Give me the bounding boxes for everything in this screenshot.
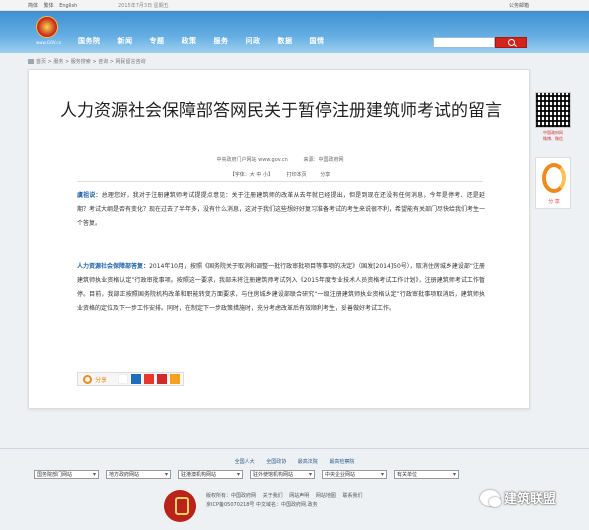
footer-divider (0, 448, 589, 449)
nav-item-topics[interactable]: 专题 (150, 36, 165, 46)
side-share-widget[interactable]: 分 享 (535, 157, 571, 209)
party-gov-logo[interactable] (164, 490, 196, 522)
wechat-watermark: 建筑联盟 (480, 488, 556, 507)
search-button[interactable] (495, 37, 527, 48)
more-share-icon[interactable] (170, 374, 181, 384)
footer-copyright: 版权所有：中国政府网 (206, 493, 257, 499)
share-button[interactable]: 分享 (78, 373, 118, 385)
footer-link-npc[interactable]: 全国人大 (235, 459, 255, 465)
official-mail-link[interactable]: 公务邮箱 (509, 2, 529, 9)
breadcrumb-text[interactable]: 首页 > 服务 > 服务搜索 > 咨询 > 网民留言咨询 (36, 59, 145, 65)
national-emblem-logo[interactable] (36, 16, 58, 38)
footer-selects: 国务院部门网站 地方政府网站 驻港澳机构网站 驻外使馆机构网站 中央企业网站 有… (34, 470, 466, 479)
footer-links: 全国人大 全国政协 最高法院 最高检察院 (0, 458, 589, 465)
side-share-label: 分 享 (548, 199, 560, 205)
share-swirl-icon (542, 163, 566, 193)
site-header: www.GOV.cn 国务院 新闻 专题 政策 服务 问政 数据 国情 (0, 11, 589, 53)
nav-item-news[interactable]: 新闻 (118, 36, 133, 46)
question-body: 总理您好，我对于注册建筑师考试提提点意见：关于注册建筑师的改革从去年就已经提出，… (77, 192, 486, 227)
question-author: 虞祖说： (77, 192, 102, 199)
footer-link-court[interactable]: 最高法院 (298, 459, 318, 465)
lang-traditional-link[interactable]: 繁体 (44, 3, 54, 9)
question-paragraph: 虞祖说：总理您好，我对于注册建筑师考试提提点意见：关于注册建筑师的改革从去年就已… (77, 189, 485, 231)
nav-item-policy[interactable]: 政策 (182, 36, 197, 46)
select-embassy-sites[interactable]: 驻外使馆机构网站 (250, 470, 315, 479)
footer-link-cppcc[interactable]: 全国政协 (266, 459, 286, 465)
current-date: 2015年7月3日 星期五 (118, 3, 169, 9)
select-ministry-sites[interactable]: 国务院部门网站 (34, 470, 99, 479)
share-link[interactable]: 分享 (320, 172, 330, 178)
answer-paragraph: 人力资源社会保障部答复：2014年10月，按照《国务院关于取消和调整一批行政审批… (77, 260, 485, 316)
footer-about-link[interactable]: 关于我们 (263, 493, 283, 499)
footer-contact-link[interactable]: 联系我们 (342, 493, 362, 499)
print-link[interactable]: 打印本页 (287, 172, 307, 178)
footer-text: 版权所有：中国政府网 关于我们 网站声明 网站地图 联系我们 京ICP备0507… (206, 492, 367, 510)
breadcrumb: 首页 > 服务 > 服务搜索 > 咨询 > 网民留言咨询 (28, 58, 145, 65)
footer-line-2: 京ICP备05070218号 中文域名：中国政府网.政务 (206, 502, 318, 508)
select-hk-macau-sites[interactable]: 驻港澳机构网站 (178, 470, 243, 479)
wechat-icon (480, 489, 501, 507)
watermark-text: 建筑联盟 (504, 492, 557, 507)
share-label: 分享 (95, 376, 108, 384)
font-size-switcher[interactable]: 【字体：大 中 小】 (230, 172, 273, 178)
nav-item-state-council[interactable]: 国务院 (78, 36, 101, 46)
answer-body: 2014年10月，按照《国务院关于取消和调整一批行政审批项目等事项的决定》（国发… (77, 263, 485, 312)
main-nav: 国务院 新闻 专题 政策 服务 问政 数据 国情 (78, 36, 342, 46)
footer-line-1: 版权所有：中国政府网 关于我们 网站声明 网站地图 联系我们 (206, 492, 367, 501)
nav-item-national-info[interactable]: 国情 (310, 36, 325, 46)
article-source-site: 中央政府门户网站 www.gov.cn (216, 157, 288, 163)
select-related-units[interactable]: 有关单位 (394, 470, 459, 479)
divider (77, 181, 483, 182)
nav-item-services[interactable]: 服务 (214, 36, 229, 46)
article-meta: 中央政府门户网站 www.gov.cn 来源：中国政府网 (29, 156, 531, 163)
qr-caption: 中国政府网 微博、微信 (543, 130, 563, 141)
article-source: 来源：中国政府网 (303, 157, 344, 163)
qr-code (535, 92, 571, 128)
article-tools: 【字体：大 中 小】 打印本页 分享 (29, 171, 531, 178)
answer-author: 人力资源社会保障部答复： (77, 263, 150, 270)
home-icon (28, 59, 34, 64)
blank-share-icon[interactable] (118, 374, 129, 384)
footer-link-procuratorate[interactable]: 最高检察院 (329, 459, 354, 465)
search-input[interactable] (433, 37, 495, 48)
renren-share-icon[interactable] (144, 374, 155, 384)
netease-share-icon[interactable] (131, 374, 142, 384)
utility-bar: 简体 繁体 English 2015年7月3日 星期五 公务邮箱 (0, 0, 589, 11)
select-local-sites[interactable]: 地方政府网站 (106, 470, 171, 479)
search-icon (507, 39, 515, 46)
footer-statement-link[interactable]: 网站声明 (289, 493, 309, 499)
select-soe-sites[interactable]: 中央企业网站 (322, 470, 387, 479)
lang-english-link[interactable]: English (59, 3, 77, 9)
footer-sitemap-link[interactable]: 网站地图 (316, 493, 336, 499)
nav-item-data[interactable]: 数据 (278, 36, 293, 46)
article-panel: 人力资源社会保障部答网民关于暂停注册建筑师考试的留言 中央政府门户网站 www.… (28, 69, 530, 409)
share-bar: 分享 (77, 372, 185, 386)
language-switcher: 简体 繁体 English (28, 2, 81, 9)
lang-simplified-link[interactable]: 简体 (28, 3, 38, 9)
site-logo-text: www.GOV.cn (36, 40, 62, 45)
article-title: 人力资源社会保障部答网民关于暂停注册建筑师考试的留言 (60, 101, 502, 121)
share-swirl-icon (83, 374, 92, 384)
nav-item-inquiry[interactable]: 问政 (246, 36, 261, 46)
weibo-share-icon[interactable] (157, 374, 168, 384)
